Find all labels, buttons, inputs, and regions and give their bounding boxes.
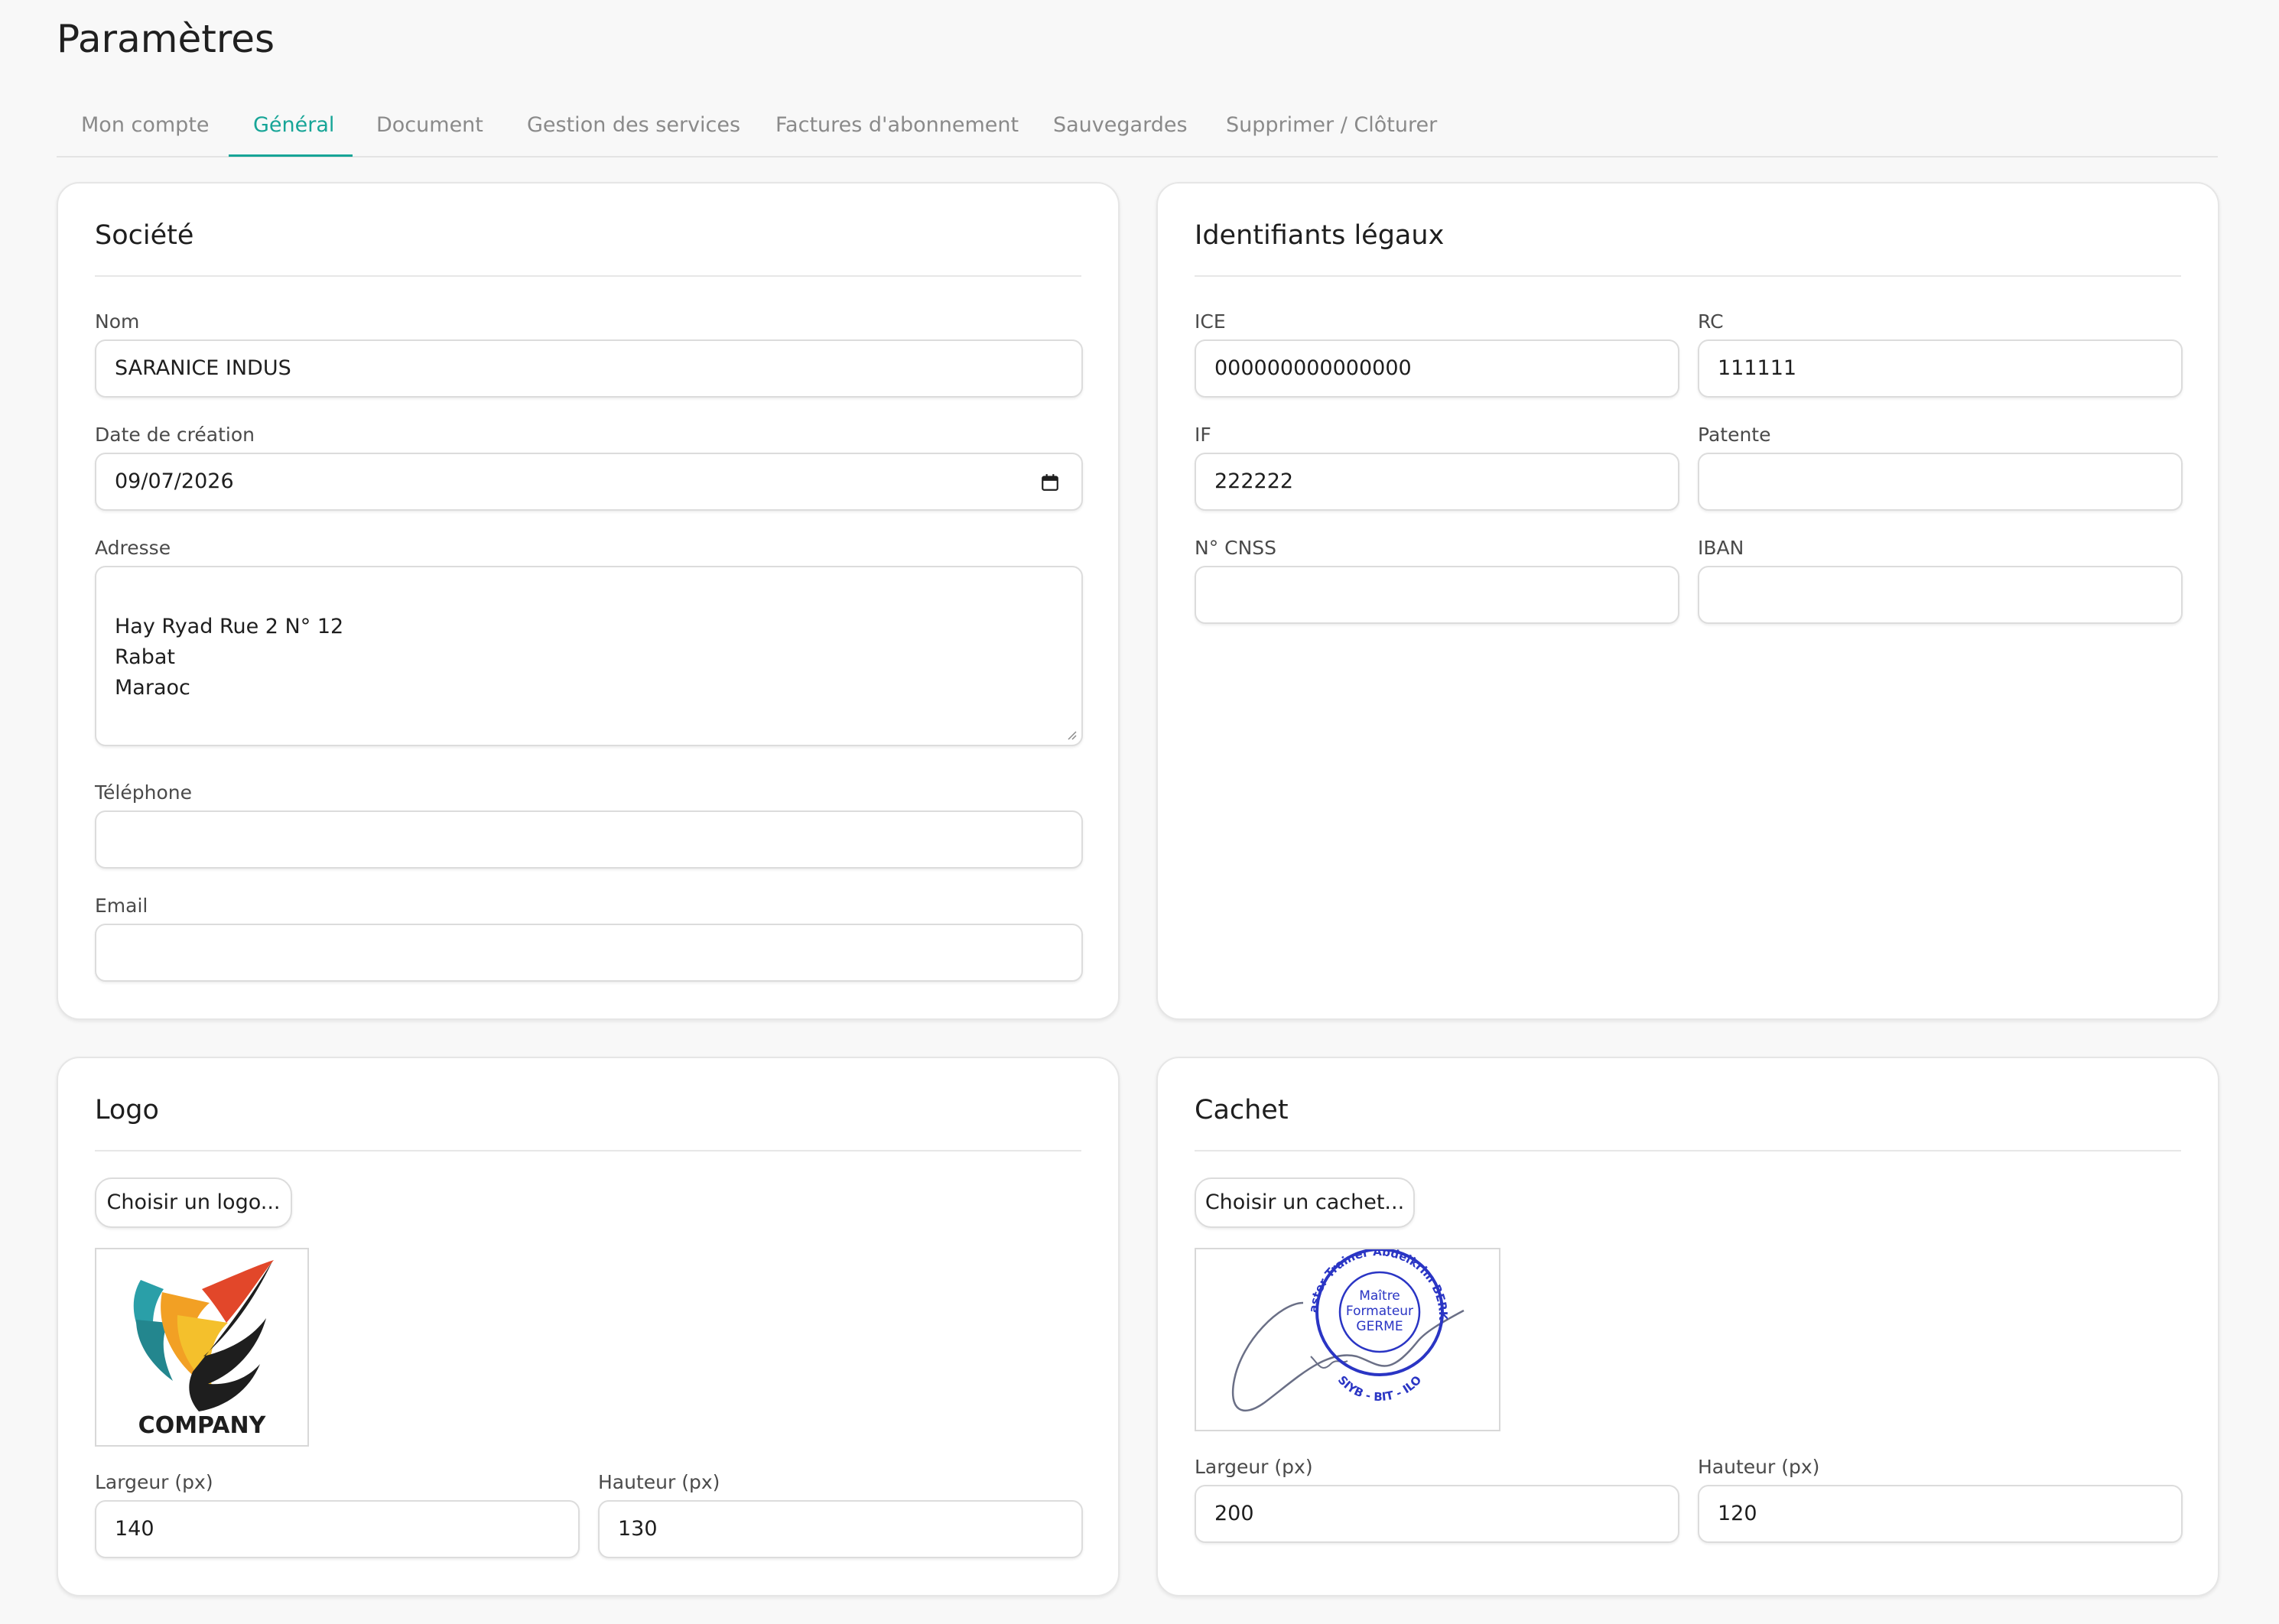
cnss-input[interactable] [1195,566,1679,624]
cachet-card: Cachet Choisir un cachet... Master Train… [1156,1057,2219,1596]
choose-logo-button[interactable]: Choisir un logo... [95,1177,292,1228]
adresse-label: Adresse [95,537,171,559]
settings-tabs: Mon compte Général Document Gestion des … [57,107,2218,158]
svg-text:SIYB - BIT - ILO: SIYB - BIT - ILO [1335,1373,1425,1404]
tab-factures-abonnement[interactable]: Factures d'abonnement [775,107,1019,158]
logo-company-text: COMPANY [138,1412,267,1439]
email-label: Email [95,895,148,917]
choose-cachet-button[interactable]: Choisir un cachet... [1195,1177,1415,1228]
nom-label: Nom [95,310,140,333]
patente-input[interactable] [1698,453,2183,511]
telephone-input[interactable] [95,810,1083,869]
identifiants-card: Identifiants légaux ICE 000000000000000 … [1156,182,2219,1020]
tab-sauvegardes[interactable]: Sauvegardes [1053,107,1188,158]
cnss-label: N° CNSS [1195,537,1277,559]
logo-largeur-label: Largeur (px) [95,1471,213,1493]
resize-grip-icon[interactable] [1065,728,1077,740]
email-input[interactable] [95,924,1083,982]
date-creation-value: 09/07/2026 [115,469,234,493]
iban-input[interactable] [1698,566,2183,624]
adresse-textarea[interactable]: Hay Ryad Rue 2 N° 12 Rabat Maraoc [95,566,1083,746]
identifiants-card-title: Identifiants légaux [1195,220,1445,251]
stamp-center-line-3: GERME [1356,1319,1403,1334]
tab-document[interactable]: Document [376,107,483,158]
stamp-center-line-2: Formateur [1346,1304,1413,1319]
settings-page: Paramètres Mon compte Général Document G… [0,0,2279,1624]
ice-input[interactable]: 000000000000000 [1195,339,1679,398]
card-divider [95,275,1081,277]
tab-mon-compte[interactable]: Mon compte [81,107,210,158]
cachet-largeur-label: Largeur (px) [1195,1456,1313,1478]
nom-input[interactable]: SARANICE INDUS [95,339,1083,398]
tab-general[interactable]: Général [253,107,334,158]
stamp-center-line-1: Maître [1359,1288,1400,1304]
card-divider [95,1150,1081,1151]
logo-card: Logo Choisir un logo... COMPANY Largeur … [57,1057,1120,1596]
card-divider [1195,275,2181,277]
societe-card: Société Nom SARANICE INDUS Date de créat… [57,182,1120,1020]
stamp-signature-image: Master Trainer Abdelkrim BERKI SIYB - BI… [1191,1239,1465,1412]
logo-hauteur-label: Hauteur (px) [598,1471,720,1493]
active-tab-indicator [229,154,353,157]
date-creation-input[interactable]: 09/07/2026 [95,453,1083,511]
cachet-card-title: Cachet [1195,1095,1289,1125]
tab-supprimer-cloturer[interactable]: Supprimer / Clôturer [1226,107,1437,158]
date-creation-label: Date de création [95,424,255,446]
cachet-preview: Master Trainer Abdelkrim BERKI SIYB - BI… [1191,1239,1500,1431]
tab-gestion-des-services[interactable]: Gestion des services [527,107,740,158]
card-divider [1195,1150,2181,1151]
rc-label: RC [1698,310,1724,333]
page-title: Paramètres [57,17,275,61]
logo-hauteur-input[interactable]: 130 [598,1500,1083,1558]
cachet-largeur-input[interactable]: 200 [1195,1485,1679,1543]
ice-label: ICE [1195,310,1226,333]
if-input[interactable]: 222222 [1195,453,1679,511]
societe-card-title: Société [95,220,194,251]
cachet-hauteur-input[interactable]: 120 [1698,1485,2183,1543]
cachet-hauteur-label: Hauteur (px) [1698,1456,1820,1478]
rc-input[interactable]: 111111 [1698,339,2183,398]
logo-preview: COMPANY [95,1248,309,1447]
logo-largeur-input[interactable]: 140 [95,1500,580,1558]
telephone-label: Téléphone [95,781,192,804]
iban-label: IBAN [1698,537,1744,559]
calendar-icon[interactable] [1040,473,1060,492]
logo-card-title: Logo [95,1095,159,1125]
patente-label: Patente [1698,424,1771,446]
if-label: IF [1195,424,1211,446]
stamp-bottom-text: SIYB - BIT - ILO [1335,1373,1425,1404]
adresse-value: Hay Ryad Rue 2 N° 12 Rabat Maraoc [115,615,344,700]
company-logo-image: COMPANY [133,1260,274,1439]
